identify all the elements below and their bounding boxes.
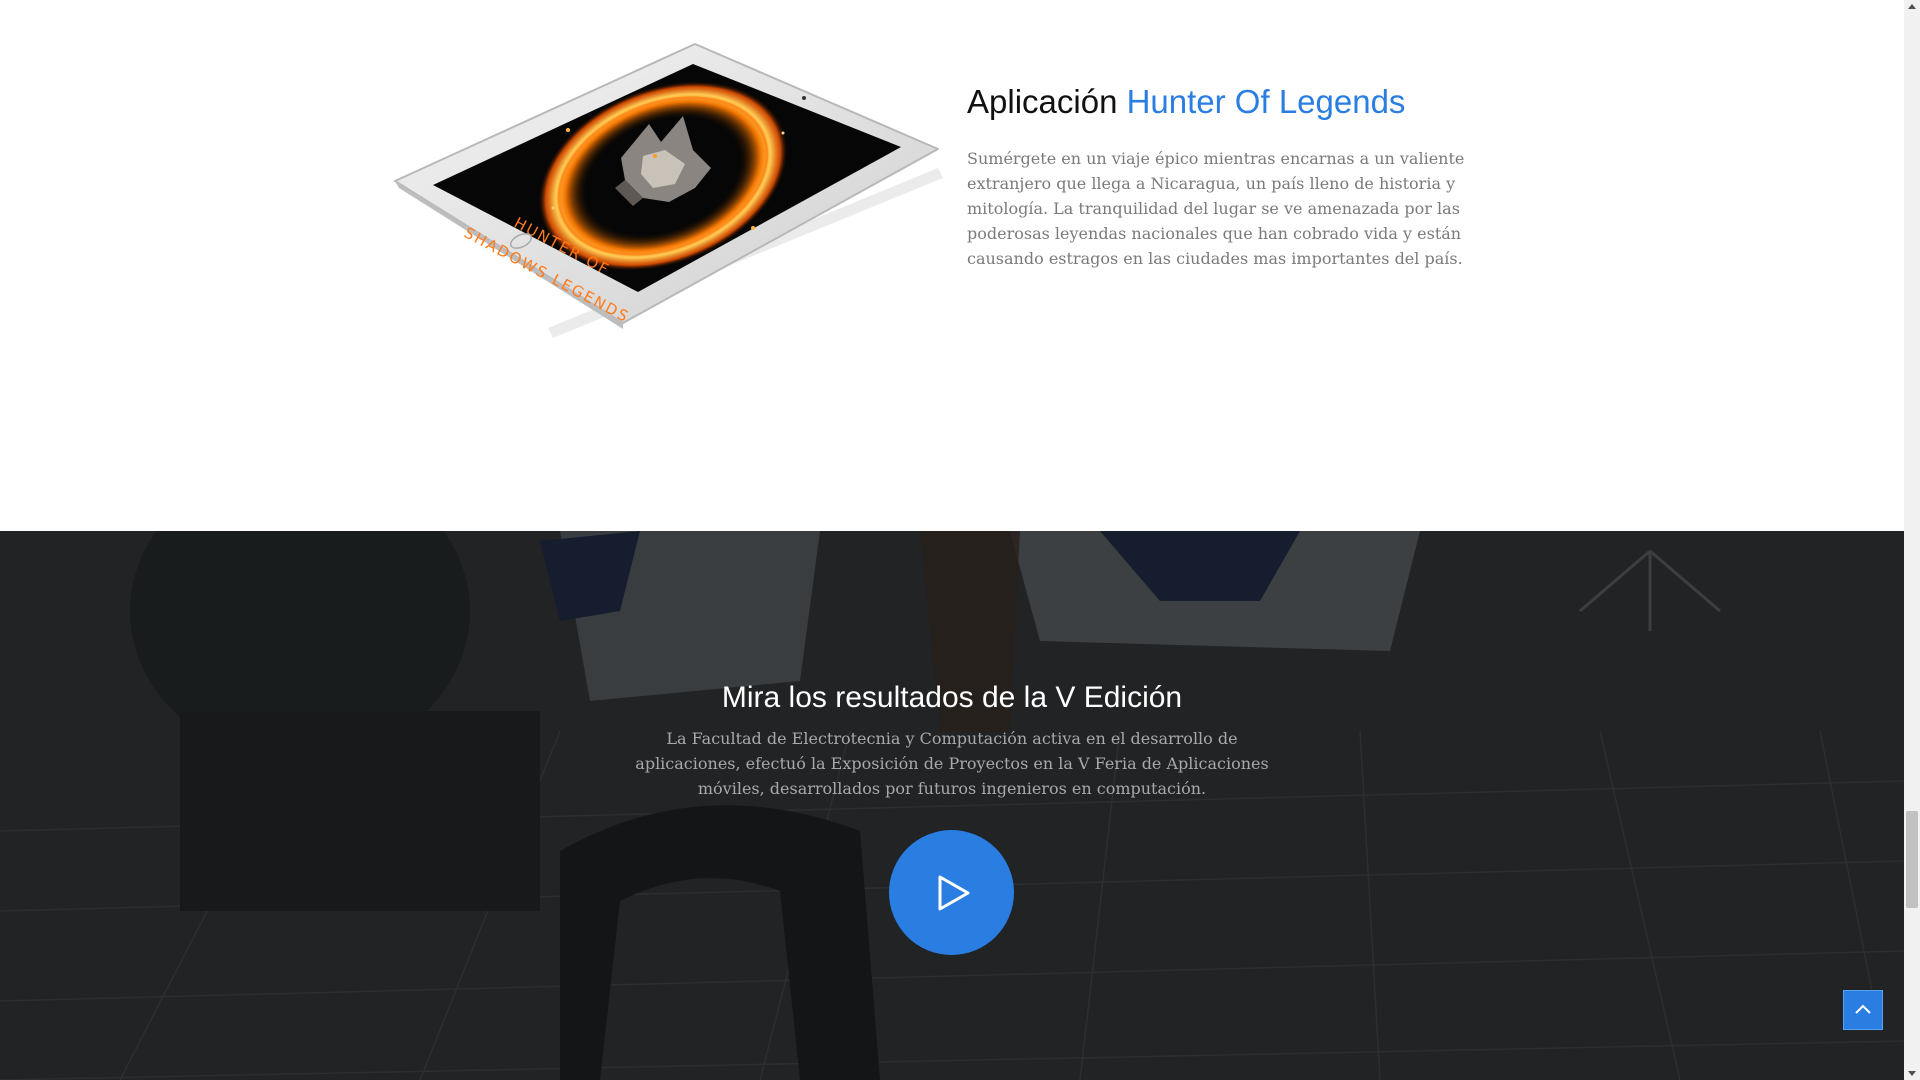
feature-title-accent: Hunter Of Legends	[1126, 83, 1406, 120]
play-video-button[interactable]	[889, 830, 1014, 955]
play-icon	[938, 875, 970, 911]
app-feature-section: HUNTER OF SHADOWS LEGENDS Aplicación Hun…	[0, 0, 1904, 531]
tablet-illustration: HUNTER OF SHADOWS LEGENDS	[394, 43, 943, 338]
results-description: La Facultad de Electrotecnia y Computaci…	[635, 729, 1269, 798]
feature-title-prefix: Aplicación	[967, 83, 1118, 120]
results-title: Mira los resultados de la V Edición	[721, 681, 1183, 714]
background-overlay	[0, 531, 1904, 1080]
page-scrollbar[interactable]	[1904, 0, 1920, 1080]
feature-title: Aplicación Hunter Of Legends	[967, 82, 1405, 122]
scrollbar-thumb[interactable]	[1906, 811, 1918, 908]
scroll-to-top-button[interactable]	[1843, 990, 1883, 1030]
results-section: Mira los resultados de la V Edición La F…	[0, 531, 1904, 1080]
tablet-app-image: HUNTER OF SHADOWS LEGENDS	[393, 38, 943, 338]
scroll-up-arrow-icon[interactable]	[1904, 0, 1920, 14]
chevron-up-icon	[1855, 1004, 1871, 1014]
scroll-down-arrow-icon[interactable]	[1904, 1066, 1920, 1080]
feature-description: Sumérgete en un viaje épico mientras enc…	[967, 149, 1465, 268]
